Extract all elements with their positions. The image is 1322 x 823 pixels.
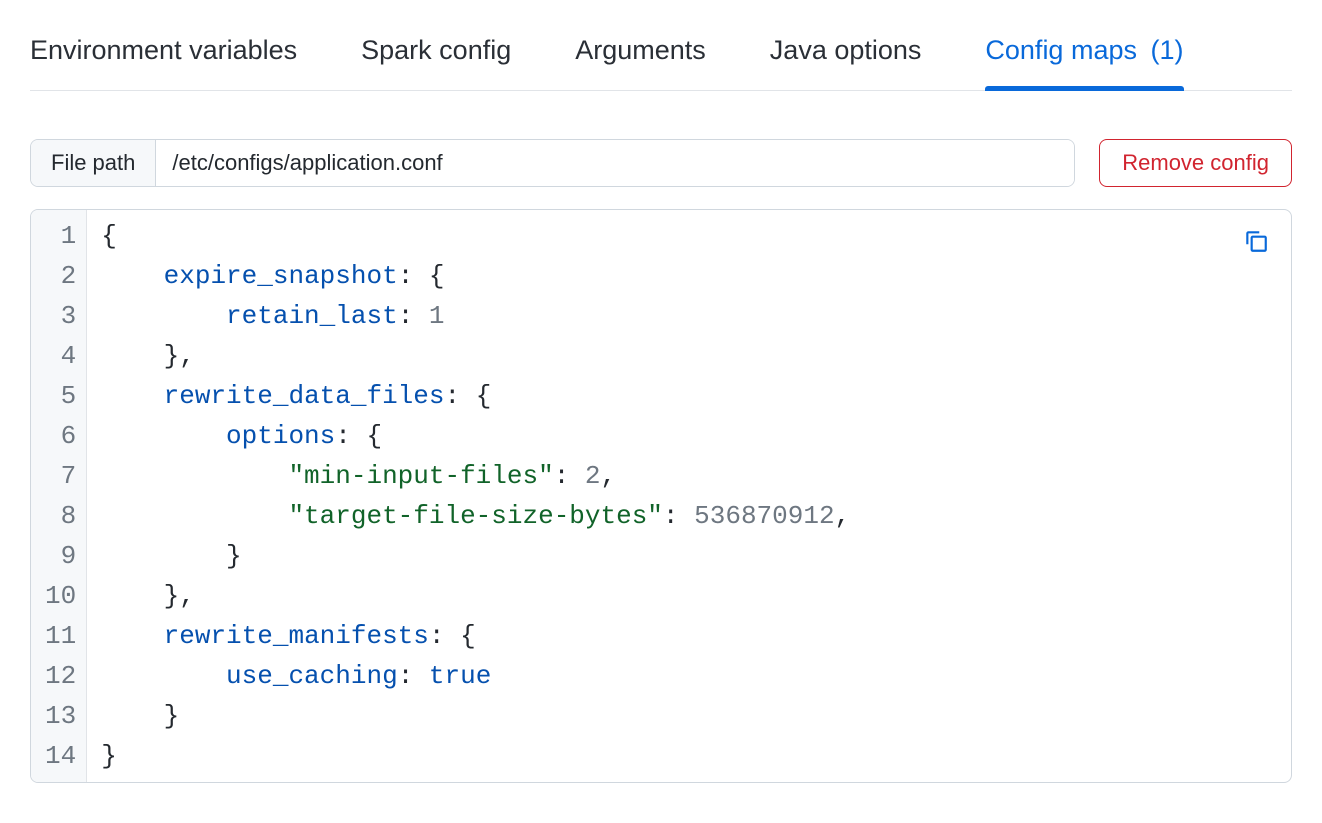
code-token: retain_last — [226, 301, 398, 331]
tab-spark-config[interactable]: Spark config — [361, 28, 511, 90]
copy-button[interactable] — [1239, 224, 1273, 258]
code-content[interactable]: { expire_snapshot: { retain_last: 1 }, r… — [87, 210, 1291, 782]
code-token — [101, 381, 163, 411]
code-token: options — [226, 421, 335, 451]
tab-arguments[interactable]: Arguments — [575, 28, 706, 90]
line-number: 6 — [45, 416, 76, 456]
code-line: "target-file-size-bytes": 536870912, — [101, 496, 1277, 536]
code-token: } — [101, 701, 179, 731]
code-token — [101, 421, 226, 451]
remove-config-button[interactable]: Remove config — [1099, 139, 1292, 187]
code-token — [101, 661, 226, 691]
code-token: } — [101, 741, 117, 771]
code-token: rewrite_manifests — [164, 621, 429, 651]
line-number: 8 — [45, 496, 76, 536]
code-editor[interactable]: 1234567891011121314 { expire_snapshot: {… — [30, 209, 1292, 783]
code-token: : { — [429, 621, 476, 651]
code-line: use_caching: true — [101, 656, 1277, 696]
tab-label: Arguments — [575, 35, 706, 65]
tab-label: Environment variables — [30, 35, 297, 65]
code-token: "min-input-files" — [288, 461, 553, 491]
code-token — [101, 461, 288, 491]
code-token: , — [835, 501, 851, 531]
line-number: 5 — [45, 376, 76, 416]
code-line: }, — [101, 336, 1277, 376]
code-token: 2 — [585, 461, 601, 491]
line-number: 13 — [45, 696, 76, 736]
code-token: }, — [101, 581, 195, 611]
code-token: "target-file-size-bytes" — [288, 501, 662, 531]
code-token — [101, 621, 163, 651]
code-token: : { — [398, 261, 445, 291]
code-line: rewrite_data_files: { — [101, 376, 1277, 416]
tab-config-maps[interactable]: Config maps (1) — [985, 28, 1183, 90]
tab-label: Java options — [770, 35, 922, 65]
tab-environment-variables[interactable]: Environment variables — [30, 28, 297, 90]
line-number: 14 — [45, 736, 76, 776]
code-token: rewrite_data_files — [164, 381, 445, 411]
code-line: }, — [101, 576, 1277, 616]
tab-count: (1) — [1151, 35, 1184, 65]
code-token: { — [101, 221, 117, 251]
code-token: : — [398, 661, 429, 691]
code-line: rewrite_manifests: { — [101, 616, 1277, 656]
code-token: 1 — [429, 301, 445, 331]
line-number: 1 — [45, 216, 76, 256]
tab-label: Spark config — [361, 35, 511, 65]
code-token: } — [101, 541, 241, 571]
line-number-gutter: 1234567891011121314 — [31, 210, 87, 782]
code-line: retain_last: 1 — [101, 296, 1277, 336]
code-line: } — [101, 536, 1277, 576]
code-line: { — [101, 216, 1277, 256]
code-token: : { — [445, 381, 492, 411]
code-token: expire_snapshot — [164, 261, 398, 291]
file-path-input[interactable] — [156, 140, 1074, 186]
code-token: : — [398, 301, 429, 331]
code-line: } — [101, 736, 1277, 776]
code-token — [101, 301, 226, 331]
line-number: 9 — [45, 536, 76, 576]
line-number: 2 — [45, 256, 76, 296]
code-token: 536870912 — [694, 501, 834, 531]
code-line: "min-input-files": 2, — [101, 456, 1277, 496]
file-path-group: File path — [30, 139, 1075, 187]
line-number: 10 — [45, 576, 76, 616]
tabs-bar: Environment variables Spark config Argumen… — [30, 28, 1292, 91]
file-path-label: File path — [31, 140, 156, 186]
code-token: , — [601, 461, 617, 491]
code-token: }, — [101, 341, 195, 371]
code-token: use_caching — [226, 661, 398, 691]
code-token: : — [663, 501, 694, 531]
code-token — [101, 261, 163, 291]
copy-icon — [1243, 228, 1269, 254]
code-token: : — [554, 461, 585, 491]
code-line: } — [101, 696, 1277, 736]
code-line: options: { — [101, 416, 1277, 456]
line-number: 11 — [45, 616, 76, 656]
line-number: 4 — [45, 336, 76, 376]
code-token — [101, 501, 288, 531]
code-token: true — [429, 661, 491, 691]
tab-java-options[interactable]: Java options — [770, 28, 922, 90]
line-number: 12 — [45, 656, 76, 696]
line-number: 3 — [45, 296, 76, 336]
tab-label: Config maps — [985, 35, 1137, 65]
line-number: 7 — [45, 456, 76, 496]
code-line: expire_snapshot: { — [101, 256, 1277, 296]
code-token: : { — [335, 421, 382, 451]
